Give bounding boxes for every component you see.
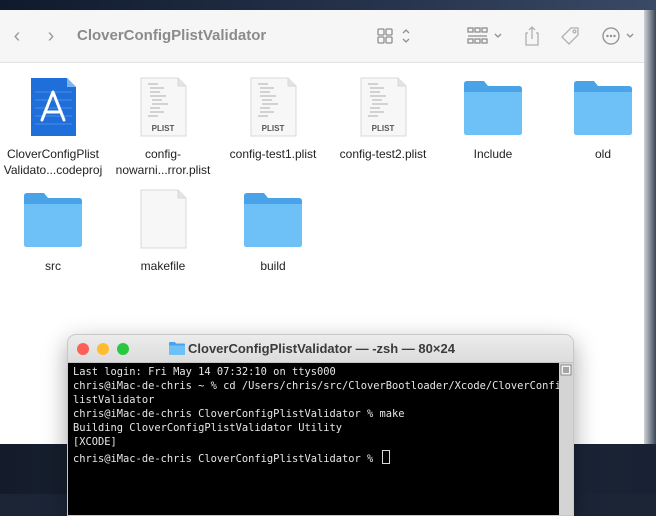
folder-name: build	[260, 259, 286, 273]
file-name: makefile	[140, 259, 186, 273]
folder-icon	[218, 188, 328, 252]
plist-file-icon: PLIST	[328, 76, 438, 140]
window-edge	[644, 10, 656, 444]
folder-icon	[0, 188, 108, 252]
group-icon[interactable]	[466, 24, 506, 48]
plist-file-icon: PLIST	[108, 76, 218, 140]
terminal-line: chris@iMac-de-chris CloverConfigPlistVal…	[73, 408, 405, 420]
terminal-line: listValidator	[73, 394, 155, 406]
terminal-window[interactable]: CloverConfigPlistValidator — -zsh — 80×2…	[67, 334, 574, 516]
file-name-line2: nowarni...rror.plist	[115, 163, 211, 177]
xcodeproj-icon	[0, 76, 108, 140]
folder-name: old	[594, 147, 611, 161]
plist-file-icon: PLIST	[218, 76, 328, 140]
terminal-line: [XCODE]	[73, 436, 117, 448]
plist-badge: PLIST	[151, 124, 175, 133]
plist-badge: PLIST	[261, 124, 285, 133]
file-name: config-	[144, 147, 182, 161]
plist-badge: PLIST	[371, 124, 395, 133]
folder-name: Include	[473, 147, 513, 161]
desktop-wallpaper	[0, 0, 656, 10]
minimize-button[interactable]	[97, 343, 109, 355]
text-cursor	[381, 450, 390, 464]
folder-icon	[548, 76, 656, 140]
window-title: CloverConfigPlistValidator	[77, 27, 267, 44]
file-name: config-test1.plist	[229, 147, 317, 161]
menu-lines-icon[interactable]	[559, 363, 573, 379]
folder-name: src	[45, 259, 61, 273]
terminal-line: Building CloverConfigPlistValidator Util…	[73, 422, 342, 434]
tag-icon[interactable]	[558, 24, 582, 48]
terminal-output[interactable]: Last login: Fri May 14 07:32:10 on ttys0…	[68, 363, 573, 515]
file-name: config-test2.plist	[339, 147, 427, 161]
terminal-line: Last login: Fri May 14 07:32:10 on ttys0…	[73, 366, 336, 378]
file-name-line2: Validato...codeproj	[3, 163, 103, 177]
terminal-line: chris@iMac-de-chris ~ % cd /Users/chris/…	[73, 380, 574, 392]
terminal-line: chris@iMac-de-chris CloverConfigPlistVal…	[73, 453, 380, 465]
terminal-prompt[interactable]: chris@iMac-de-chris CloverConfigPlistVal…	[73, 449, 390, 467]
ellipsis-circle-icon[interactable]	[600, 24, 638, 48]
folder-icon	[438, 76, 548, 140]
chevron-right-icon[interactable]: ›	[40, 24, 62, 48]
terminal-titlebar[interactable]: CloverConfigPlistValidator — -zsh — 80×2…	[68, 335, 573, 363]
chevron-left-icon[interactable]: ‹	[6, 24, 28, 48]
zoom-button[interactable]	[117, 343, 129, 355]
document-icon	[108, 188, 218, 252]
share-icon[interactable]	[522, 24, 542, 48]
finder-toolbar: ‹ › CloverConfigPlistValidator	[0, 10, 644, 63]
file-name: CloverConfigPlist	[6, 147, 100, 161]
folder-icon	[169, 341, 185, 360]
grid-view-icon[interactable]	[376, 24, 412, 48]
close-button[interactable]	[77, 343, 89, 355]
terminal-scrollbar[interactable]	[559, 363, 573, 515]
terminal-title: CloverConfigPlistValidator — -zsh — 80×2…	[188, 341, 455, 356]
